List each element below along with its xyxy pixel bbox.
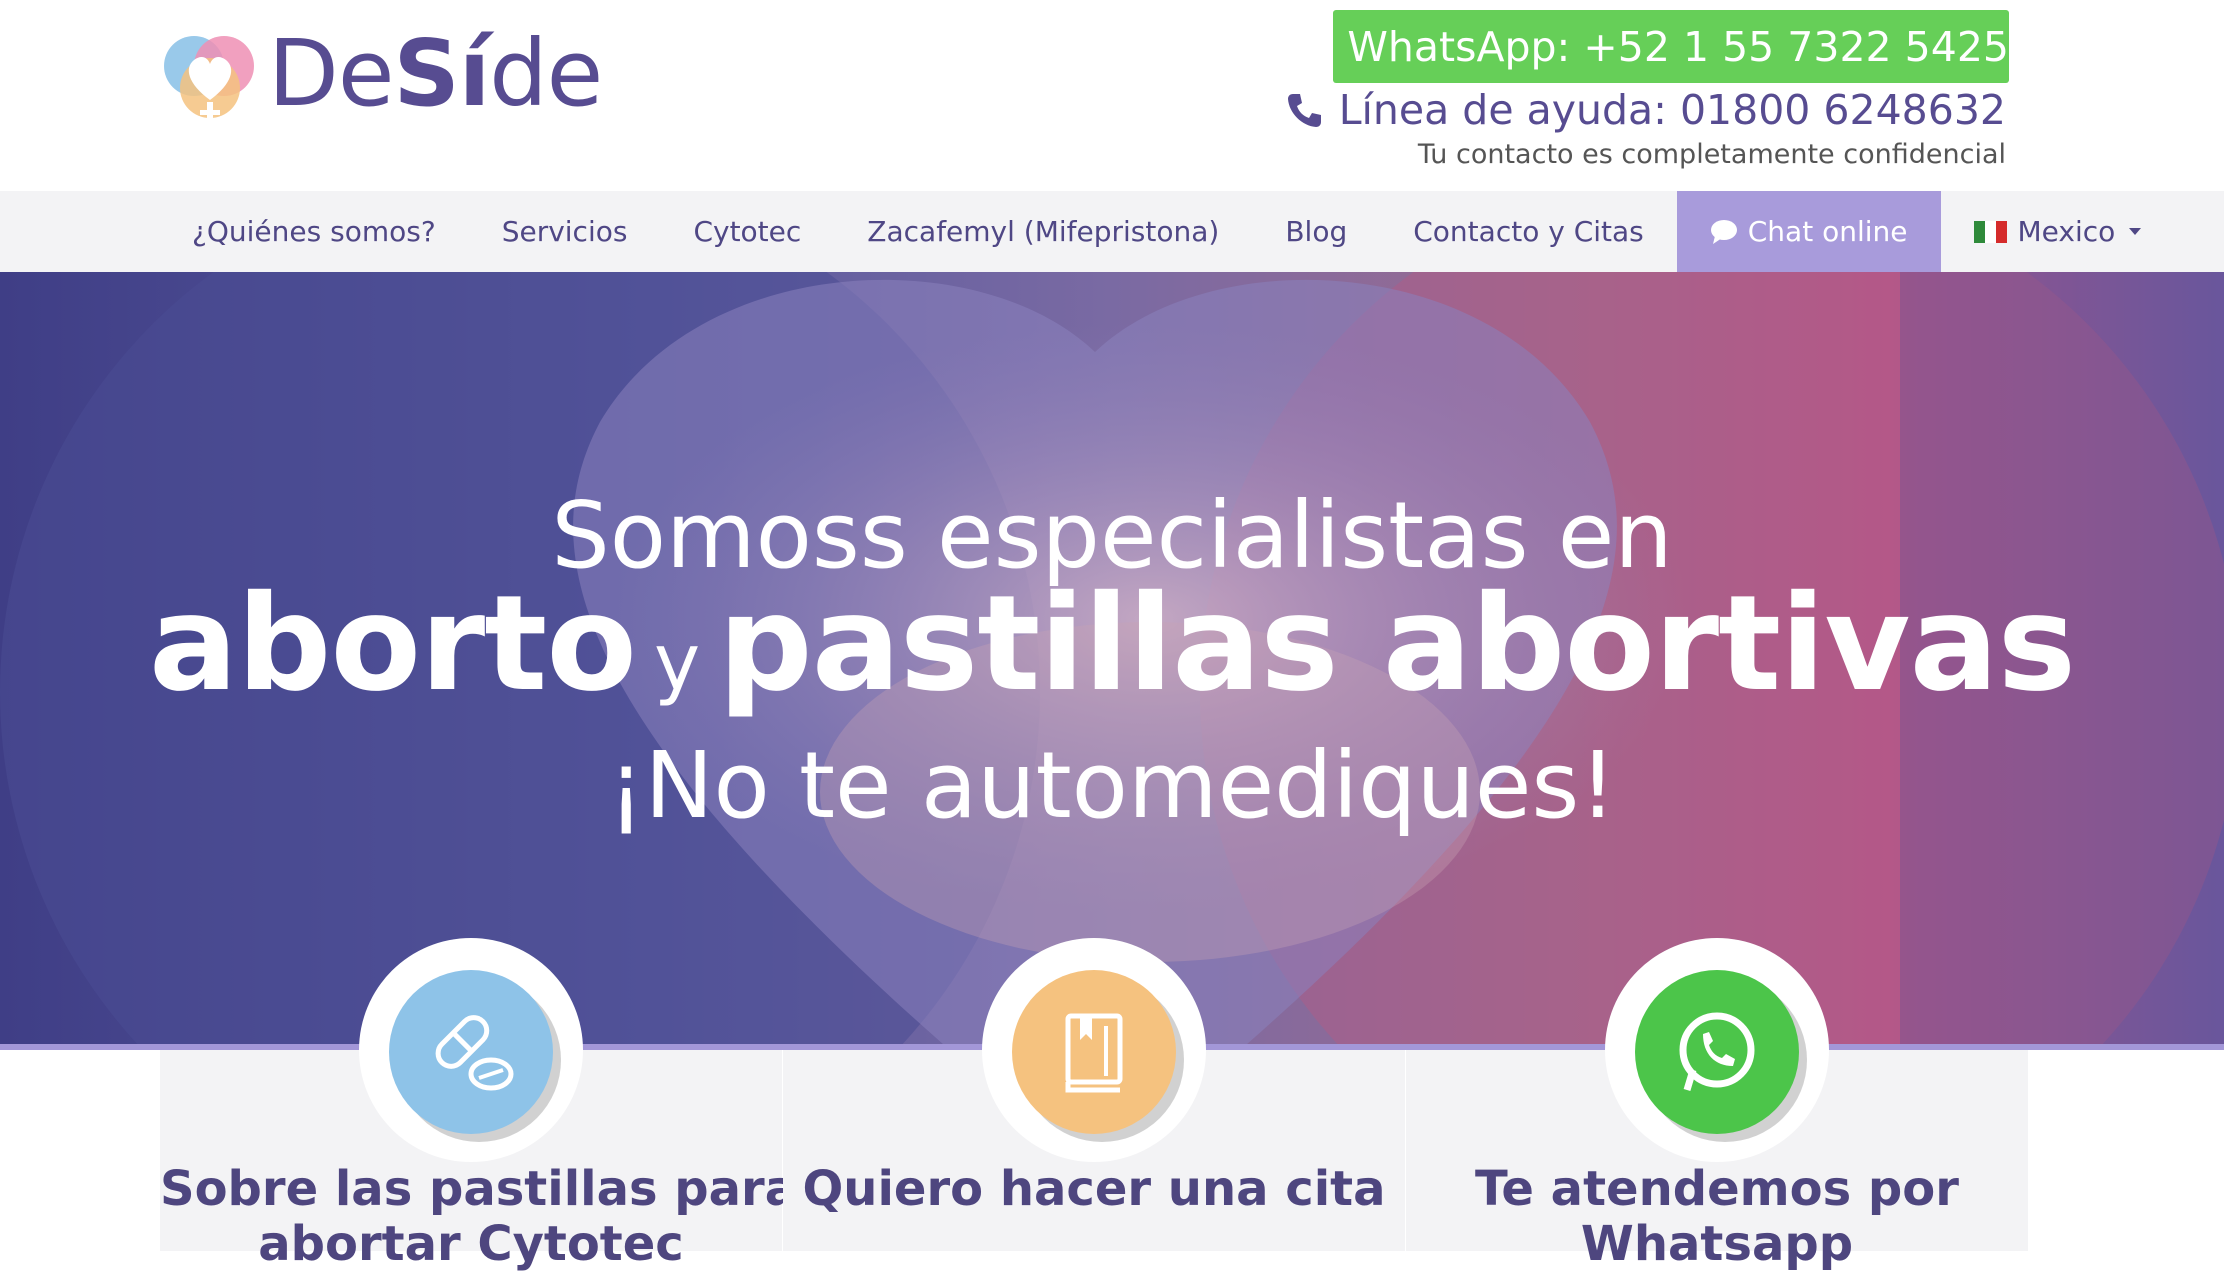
nav-item-chat-online[interactable]: Chat online bbox=[1677, 191, 1941, 272]
nav-item-blog[interactable]: Blog bbox=[1252, 191, 1380, 272]
main-navbar: ¿Quiénes somos? Servicios Cytotec Zacafe… bbox=[0, 191, 2224, 272]
site-header: DeSíde WhatsApp: +52 1 55 7322 5425 Líne… bbox=[0, 0, 2224, 191]
whatsapp-icon[interactable] bbox=[1635, 970, 1799, 1134]
book-icon[interactable] bbox=[1012, 970, 1176, 1134]
card-title-line: Quiero hacer una cita bbox=[783, 1162, 1405, 1217]
card-title-line: Sobre las pastillas para bbox=[160, 1162, 782, 1217]
logo-wordmark: DeSíde bbox=[268, 28, 602, 120]
card-title-cita[interactable]: Quiero hacer una cita bbox=[783, 1162, 1405, 1217]
hero-heading-line3: ¡No te automediques! bbox=[0, 732, 2224, 839]
card-title-pastillas[interactable]: Sobre las pastillas para abortar Cytotec bbox=[160, 1162, 782, 1272]
country-dropdown[interactable]: Mexico bbox=[1941, 191, 2175, 272]
chat-bubble-icon bbox=[1710, 219, 1738, 245]
phone-icon bbox=[1285, 90, 1325, 130]
confidential-note: Tu contacto es completamente confidencia… bbox=[1418, 139, 2006, 170]
hero-banner: Somoss especialistas en abortoypastillas… bbox=[0, 272, 2224, 1044]
nav-item-servicios[interactable]: Servicios bbox=[469, 191, 661, 272]
card-title-line: Whatsapp bbox=[1406, 1217, 2028, 1272]
nav-item-contacto[interactable]: Contacto y Citas bbox=[1380, 191, 1677, 272]
chat-online-label: Chat online bbox=[1748, 215, 1908, 248]
card-title-whatsapp[interactable]: Te atendemos por Whatsapp bbox=[1406, 1162, 2028, 1272]
nav-menu: ¿Quiénes somos? Servicios Cytotec Zacafe… bbox=[159, 191, 2174, 272]
hero-connector: y bbox=[654, 618, 700, 708]
helpline-label: Línea de ayuda: 01800 6248632 bbox=[1339, 86, 2006, 134]
hero-heading-line2: abortoypastillas abortivas bbox=[0, 572, 2224, 717]
site-logo[interactable]: DeSíde bbox=[158, 22, 598, 126]
whatsapp-button[interactable]: WhatsApp: +52 1 55 7322 5425 bbox=[1333, 10, 2009, 83]
nav-item-quienes-somos[interactable]: ¿Quiénes somos? bbox=[159, 191, 469, 272]
mexico-flag-icon bbox=[1974, 221, 2008, 243]
hero-keyword-aborto: aborto bbox=[149, 567, 636, 721]
hero-keyword-pastillas: pastillas abortivas bbox=[718, 567, 2075, 721]
logo-heart-icon bbox=[158, 22, 262, 126]
helpline[interactable]: Línea de ayuda: 01800 6248632 bbox=[1285, 84, 2006, 136]
card-title-line: abortar Cytotec bbox=[160, 1217, 782, 1272]
card-title-line: Te atendemos por bbox=[1406, 1162, 2028, 1217]
country-label: Mexico bbox=[2018, 215, 2116, 248]
pills-icon[interactable] bbox=[389, 970, 553, 1134]
caret-down-icon bbox=[2129, 228, 2141, 235]
nav-item-cytotec[interactable]: Cytotec bbox=[660, 191, 834, 272]
whatsapp-label: WhatsApp: +52 1 55 7322 5425 bbox=[1347, 23, 2009, 71]
nav-item-zacafemyl[interactable]: Zacafemyl (Mifepristona) bbox=[834, 191, 1252, 272]
